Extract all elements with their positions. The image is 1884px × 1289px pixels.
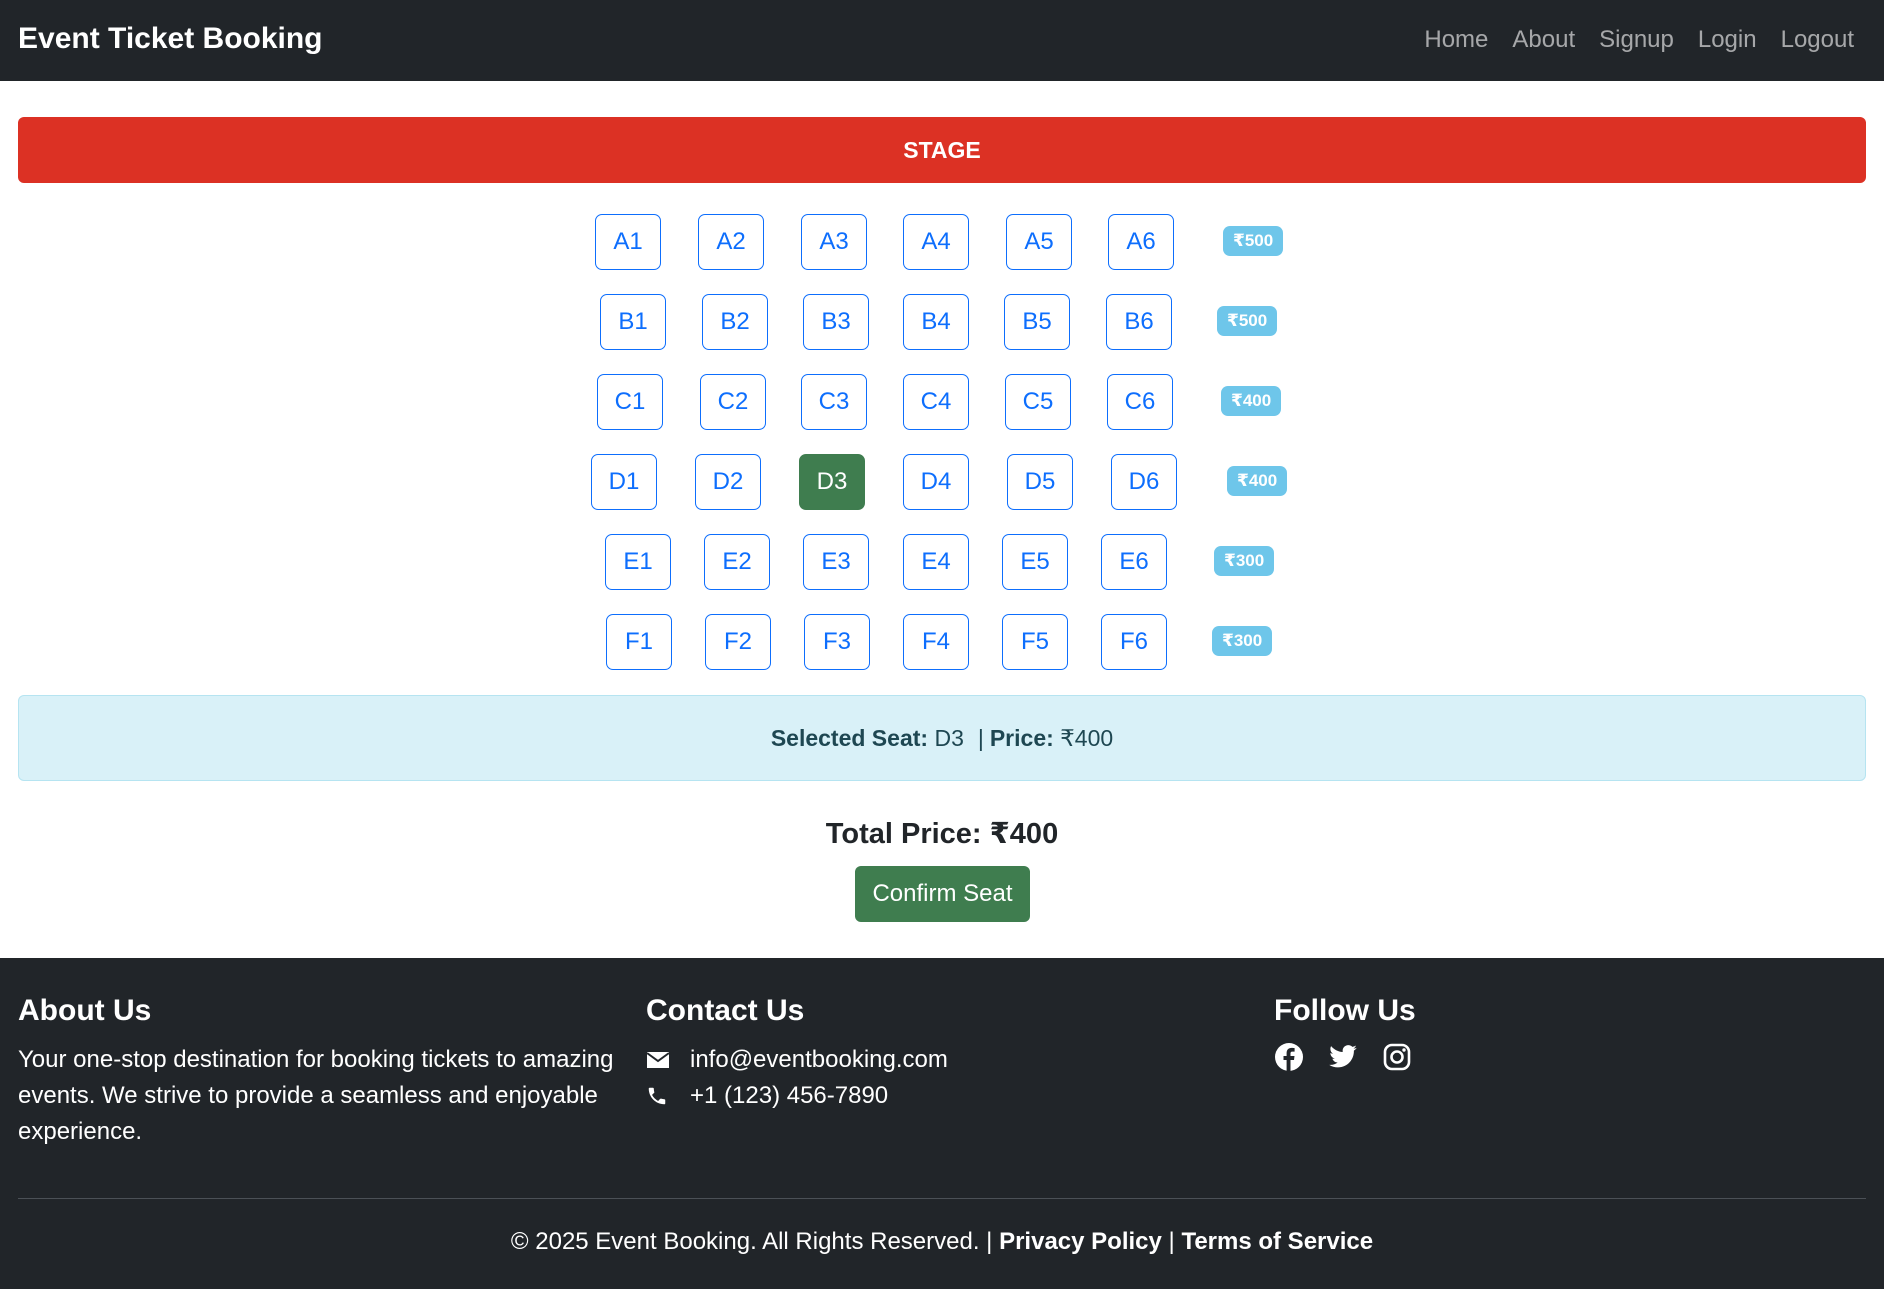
seat-row-b: B1 B2 B3 B4 B5 B6 ₹500: [0, 294, 1884, 350]
seat-d4[interactable]: D4: [903, 454, 969, 510]
seat-f2[interactable]: F2: [705, 614, 771, 670]
footer-follow-title: Follow Us: [1274, 994, 1416, 1027]
envelope-icon: [646, 1048, 672, 1072]
contact-email[interactable]: info@eventbooking.com: [690, 1046, 948, 1074]
footer-about-text: Your one-stop destination for booking ti…: [18, 1046, 614, 1145]
nav-link-about[interactable]: About: [1512, 26, 1575, 54]
seat-f3[interactable]: F3: [804, 614, 870, 670]
copyright-bar: © 2025 Event Booking. All Rights Reserve…: [0, 1228, 1884, 1256]
seat-row-f: F1 F2 F3 F4 F5 F6 ₹300: [0, 614, 1884, 670]
navbar: Event Ticket Booking Home About Signup L…: [0, 0, 1884, 81]
seat-f6[interactable]: F6: [1101, 614, 1167, 670]
row-price-badge: ₹500: [1223, 226, 1284, 256]
footer-contact: Contact Us info@eventbooking.com +1 (123…: [646, 994, 1246, 1114]
twitter-icon[interactable]: [1328, 1042, 1358, 1072]
instagram-icon[interactable]: [1382, 1042, 1412, 1072]
seat-a6[interactable]: A6: [1108, 214, 1174, 270]
selected-seat-value: D3: [934, 724, 964, 751]
seat-c3[interactable]: C3: [801, 374, 867, 430]
brand-title[interactable]: Event Ticket Booking: [18, 22, 323, 56]
seat-c2[interactable]: C2: [700, 374, 766, 430]
seat-row-c: C1 C2 C3 C4 C5 C6 ₹400: [0, 374, 1884, 430]
row-price-badge: ₹300: [1212, 626, 1273, 656]
seat-d2[interactable]: D2: [695, 454, 761, 510]
seat-f5[interactable]: F5: [1002, 614, 1068, 670]
seat-e1[interactable]: E1: [605, 534, 671, 590]
seat-e2[interactable]: E2: [704, 534, 770, 590]
nav-link-login[interactable]: Login: [1698, 26, 1757, 54]
nav-link-logout[interactable]: Logout: [1781, 26, 1854, 54]
contact-phone-line: +1 (123) 456-7890: [646, 1078, 1246, 1114]
terms-of-service-link[interactable]: Terms of Service: [1181, 1228, 1373, 1255]
selected-seat-label: Selected Seat:: [770, 724, 929, 751]
row-price-badge: ₹500: [1217, 306, 1278, 336]
copyright-text: © 2025 Event Booking. All Rights Reserve…: [510, 1228, 993, 1255]
nav-link-signup[interactable]: Signup: [1599, 26, 1674, 54]
privacy-policy-link[interactable]: Privacy Policy: [999, 1228, 1162, 1255]
facebook-icon[interactable]: [1274, 1042, 1304, 1072]
seat-c4[interactable]: C4: [903, 374, 969, 430]
selection-divider: |: [977, 724, 984, 751]
seat-a3[interactable]: A3: [801, 214, 867, 270]
phone-icon: [646, 1084, 672, 1108]
footer-about-title: About Us: [18, 994, 152, 1027]
seat-e3[interactable]: E3: [803, 534, 869, 590]
seat-a2[interactable]: A2: [698, 214, 764, 270]
selection-alert: Selected Seat: D3 | Price: ₹400: [18, 695, 1866, 781]
seat-f1[interactable]: F1: [606, 614, 672, 670]
footer-contact-title: Contact Us: [646, 994, 805, 1027]
seat-c5[interactable]: C5: [1005, 374, 1071, 430]
footer-about: About Us Your one-stop destination for b…: [18, 994, 618, 1150]
footer-follow: Follow Us: [1274, 994, 1674, 1072]
social-links: [1274, 1042, 1674, 1072]
seat-d3[interactable]: D3: [799, 454, 865, 510]
total-price: Total Price: ₹400: [825, 818, 1059, 850]
selected-price-value: ₹400: [1060, 724, 1114, 751]
seat-b4[interactable]: B4: [903, 294, 969, 350]
seat-a1[interactable]: A1: [595, 214, 661, 270]
seat-c6[interactable]: C6: [1107, 374, 1173, 430]
selected-price-label: Price:: [989, 724, 1054, 751]
footer-link-divider: |: [1168, 1228, 1175, 1255]
seat-b2[interactable]: B2: [702, 294, 768, 350]
seat-b6[interactable]: B6: [1106, 294, 1172, 350]
row-price-badge: ₹300: [1214, 546, 1275, 576]
seat-a5[interactable]: A5: [1006, 214, 1072, 270]
seat-f4[interactable]: F4: [903, 614, 969, 670]
seat-b1[interactable]: B1: [600, 294, 666, 350]
seat-row-d: D1 D2 D3 D4 D5 D6 ₹400: [0, 454, 1884, 510]
seat-b3[interactable]: B3: [803, 294, 869, 350]
seat-row-a: A1 A2 A3 A4 A5 A6 ₹500: [0, 214, 1884, 270]
seat-d6[interactable]: D6: [1111, 454, 1177, 510]
seat-e6[interactable]: E6: [1101, 534, 1167, 590]
seat-e4[interactable]: E4: [903, 534, 969, 590]
seat-d1[interactable]: D1: [591, 454, 657, 510]
seat-row-e: E1 E2 E3 E4 E5 E6 ₹300: [0, 534, 1884, 590]
row-price-badge: ₹400: [1221, 386, 1282, 416]
contact-phone[interactable]: +1 (123) 456-7890: [690, 1082, 888, 1110]
nav-link-home[interactable]: Home: [1424, 26, 1488, 54]
seat-a4[interactable]: A4: [903, 214, 969, 270]
nav-links: Home About Signup Login Logout: [1424, 26, 1854, 54]
footer-divider: [18, 1198, 1866, 1199]
stage-banner: STAGE: [18, 117, 1866, 183]
seat-e5[interactable]: E5: [1002, 534, 1068, 590]
row-price-badge: ₹400: [1227, 466, 1288, 496]
seat-c1[interactable]: C1: [597, 374, 663, 430]
seat-b5[interactable]: B5: [1004, 294, 1070, 350]
footer: About Us Your one-stop destination for b…: [0, 958, 1884, 1289]
seat-d5[interactable]: D5: [1007, 454, 1073, 510]
confirm-seat-button[interactable]: Confirm Seat: [855, 866, 1030, 922]
contact-email-line: info@eventbooking.com: [646, 1042, 1246, 1078]
